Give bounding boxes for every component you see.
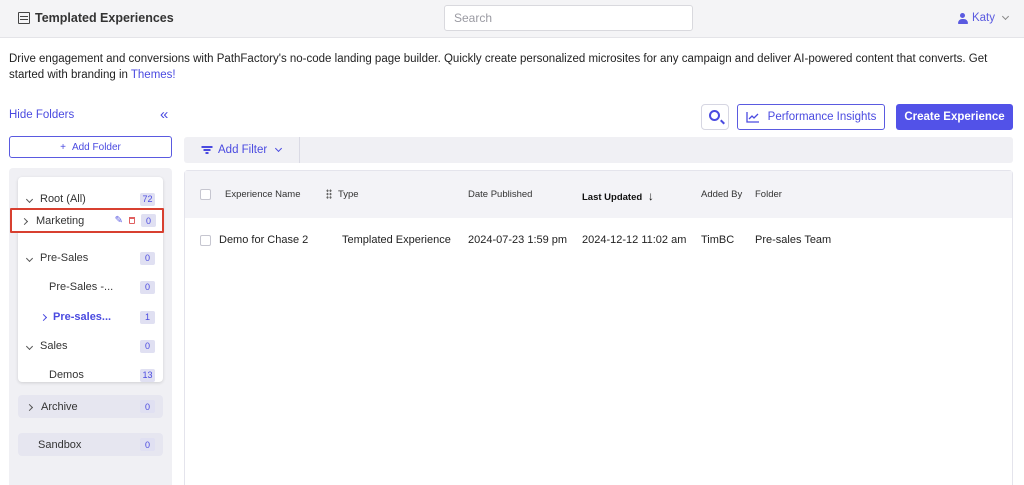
- column-header-last-updated[interactable]: Last Updated ↓: [582, 189, 654, 203]
- app-title-text: Templated Experiences: [35, 11, 174, 25]
- row-checkbox[interactable]: [200, 235, 211, 246]
- chevron-down-icon: [275, 144, 283, 153]
- experiences-table: Experience Name Type Date Published Last…: [184, 170, 1013, 485]
- folder-item-pre-sales-sub1[interactable]: Pre-Sales -... 0: [18, 277, 163, 297]
- cell-folder: Pre-sales Team: [755, 234, 832, 246]
- folder-count-badge: 1: [140, 310, 155, 324]
- folder-count-badge: 72: [140, 192, 155, 206]
- folder-item-marketing[interactable]: Marketing ✎ 0: [10, 208, 164, 233]
- drag-handle-icon[interactable]: [326, 189, 332, 200]
- templates-icon: [18, 12, 30, 24]
- search-experiences-button[interactable]: [701, 104, 729, 130]
- create-experience-button[interactable]: Create Experience: [896, 104, 1013, 130]
- cell-experience-name[interactable]: Demo for Chase 2: [219, 234, 308, 246]
- trash-icon[interactable]: [129, 217, 135, 224]
- folder-count-badge: 0: [141, 214, 156, 227]
- column-header-type[interactable]: Type: [326, 189, 359, 200]
- search-icon: [709, 110, 720, 121]
- folder-count-badge: 0: [140, 400, 155, 413]
- chevron-down-icon: [25, 195, 33, 203]
- folder-label: Demos: [49, 369, 84, 381]
- cell-type: Templated Experience: [342, 234, 451, 246]
- column-header-added-by[interactable]: Added By: [701, 189, 742, 200]
- chevron-down-icon: [25, 342, 33, 350]
- themes-link[interactable]: Themes!: [131, 69, 176, 81]
- add-folder-button[interactable]: + Add Folder: [9, 136, 172, 158]
- add-filter-button[interactable]: Add Filter: [184, 137, 300, 163]
- folder-label: Pre-Sales -...: [49, 281, 114, 293]
- chevron-down-icon: [25, 254, 33, 262]
- folder-count-badge: 0: [140, 251, 155, 265]
- folder-count-badge: 0: [140, 339, 155, 353]
- column-header-folder[interactable]: Folder: [755, 189, 782, 200]
- folder-item-demos[interactable]: Demos 13: [18, 365, 163, 385]
- filter-icon: [201, 146, 212, 154]
- performance-insights-label: Performance Insights: [767, 111, 877, 123]
- chevron-right-icon: [25, 403, 33, 411]
- add-folder-label: Add Folder: [71, 141, 121, 153]
- edit-icon[interactable]: ✎: [115, 215, 123, 226]
- folder-item-pre-sales-team[interactable]: Pre-sales... 1: [18, 307, 163, 327]
- chevron-right-icon: [20, 217, 28, 225]
- user-name: Katy: [971, 12, 995, 24]
- folder-item-root[interactable]: Root (All) 72: [18, 189, 163, 209]
- folder-item-archive[interactable]: Archive 0: [18, 395, 163, 418]
- folder-count-badge: 13: [140, 368, 155, 382]
- top-bar: Templated Experiences Katy: [0, 0, 1024, 38]
- folder-label: Archive: [41, 400, 78, 413]
- user-menu[interactable]: Katy: [957, 12, 1010, 24]
- cell-added-by: TimBC: [701, 234, 735, 246]
- cell-date-published: 2024-07-23 1:59 pm: [468, 234, 568, 246]
- column-header-experience-name[interactable]: Experience Name: [225, 189, 301, 200]
- chevron-down-icon: [1001, 12, 1010, 21]
- table-header: Experience Name Type Date Published Last…: [185, 171, 1012, 218]
- folder-item-sandbox[interactable]: Sandbox 0: [18, 433, 163, 456]
- folder-label: Sales: [40, 340, 68, 352]
- collapse-sidebar-icon[interactable]: «: [160, 107, 168, 122]
- app-title: Templated Experiences: [18, 11, 174, 25]
- select-all-checkbox[interactable]: [200, 189, 211, 200]
- chart-line-icon: [746, 112, 759, 123]
- performance-insights-button[interactable]: Performance Insights: [737, 104, 885, 130]
- folder-count-badge: 0: [140, 438, 155, 451]
- user-icon: [957, 12, 968, 24]
- search-input[interactable]: [444, 5, 693, 31]
- plus-icon: +: [60, 141, 66, 153]
- add-filter-label: Add Filter: [218, 144, 268, 156]
- folder-label: Pre-sales...: [53, 311, 112, 323]
- filter-bar: Add Filter: [184, 137, 1013, 163]
- cell-last-updated: 2024-12-12 11:02 am: [582, 234, 687, 246]
- folder-label: Marketing: [36, 214, 85, 227]
- intro-text: Drive engagement and conversions with Pa…: [9, 51, 1009, 83]
- sort-descending-icon: ↓: [647, 189, 654, 203]
- chevron-right-icon: [39, 313, 47, 321]
- folder-label: Sandbox: [38, 438, 82, 451]
- hide-folders-link[interactable]: Hide Folders: [9, 109, 74, 121]
- folder-item-pre-sales[interactable]: Pre-Sales 0: [18, 248, 163, 268]
- folder-label: Root (All): [40, 193, 86, 205]
- folder-item-sales[interactable]: Sales 0: [18, 336, 163, 356]
- folder-count-badge: 0: [140, 280, 155, 294]
- folder-label: Pre-Sales: [40, 252, 89, 264]
- column-header-date-published[interactable]: Date Published: [468, 189, 532, 200]
